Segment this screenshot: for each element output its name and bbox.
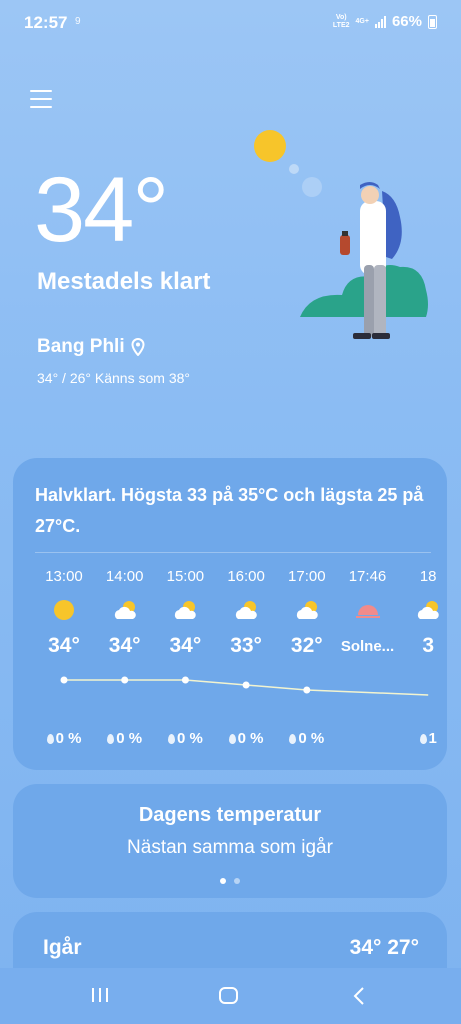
hour-temp: 34° [108,634,141,657]
hour-precip: 0 % [34,730,94,747]
hour-time: 17:00 [288,568,326,585]
partly-cloudy-icon [277,590,337,630]
page-dot-active [220,878,226,884]
raindrop-icon [167,733,175,744]
hour-temp: Solne... [340,638,395,655]
location-name: Bang Phli [37,336,125,357]
hour-precip-value: 0 % [116,730,143,747]
hour-precip: 0 % [277,730,337,747]
hour-time: 13:00 [45,568,83,585]
forecast-summary: Halvklart. Högsta 33 på 35°C och lägsta … [35,485,424,536]
hour-precip: 0 % [216,730,276,747]
battery-icon [428,14,437,29]
menu-icon[interactable] [30,90,52,110]
hour-precip: 0 % [155,730,215,747]
hour-precip: 0 % [95,730,155,747]
volte-icon: Vo) LTE2 [332,13,350,29]
hour-time: 18 [419,568,437,585]
minmax-feels-like: 34° / 26° Känns som 38° [37,370,190,386]
partly-cloudy-icon [398,590,447,630]
sun-icon [254,130,286,162]
divider [35,552,431,553]
yesterday-label: Igår [43,936,82,959]
battery-percent: 66% [391,13,422,30]
signal-icon [374,15,386,28]
location[interactable]: Bang Phli [37,336,145,358]
sunset-icon [338,590,398,630]
trend-point [60,676,68,684]
recent-apps-icon[interactable] [90,986,110,1004]
raindrop-icon [46,733,54,744]
partly-cloudy-icon [216,590,276,630]
partly-cloudy-icon [95,590,155,630]
current-condition: Mestadels klart [37,268,211,295]
hour-item: 18 3 1 [398,568,447,747]
hour-item: 16:00 33° 0 % [216,568,276,747]
hour-item: 17:00 32° 0 % [277,568,337,747]
status-time: 12:57 [24,13,68,32]
hour-temp: 34° [169,634,202,657]
hour-precip-value: 1 [428,730,437,747]
weather-illustration [254,130,428,339]
daily-subtitle: Nästan samma som igår [127,837,333,858]
hour-temp: 32° [290,634,323,657]
hour-temp: 3 [422,634,435,657]
hour-precip-value: 0 % [55,730,82,747]
trend-point [242,681,250,689]
status-notification-icon: 9 [75,16,81,27]
raindrop-icon [228,733,236,744]
location-pin-icon [131,338,145,356]
hour-temp: 34° [48,634,80,657]
network-type-icon: 4G+ [355,17,369,25]
partly-cloudy-icon [155,590,215,630]
hour-time: 17:46 [348,568,387,585]
navigation-bar [0,968,461,1024]
hour-temp: 33° [230,634,262,657]
daily-temperature-card[interactable]: Dagens temperatur Nästan samma som igår [13,784,447,898]
home-icon[interactable] [218,986,240,1006]
yesterday-temps: 34° 27° [349,936,419,959]
trend-point [181,676,189,684]
daily-title: Dagens temperatur [138,804,322,826]
hour-item: 13:00 34° 0 % [34,568,94,747]
hour-item: 15:00 34° 0 % [155,568,215,747]
back-icon[interactable] [352,986,366,1006]
hour-time: 14:00 [105,568,144,585]
raindrop-icon [107,733,115,744]
hour-precip-value: 0 % [237,730,264,747]
page-indicator [13,878,447,884]
sun-icon [34,590,94,630]
hour-time: 16:00 [227,568,265,585]
hour-item: 17:46 Solne... [338,568,398,664]
trend-point [303,686,311,694]
status-right: Vo) LTE2 4G+ 66% [333,13,437,30]
status-bar: 12:57 9 Vo) LTE2 4G+ 66% [0,0,461,44]
hour-precip-value: 0 % [176,730,203,747]
hourly-list[interactable]: 13:00 34° 0 % 14:00 34° 0 % 15:00 34° 0 % 16:00 33… [13,568,447,758]
raindrop-icon [289,733,297,744]
hour-time: 15:00 [166,568,205,585]
trend-point [121,676,129,684]
page-dot [234,878,240,884]
raindrop-icon [419,733,427,744]
hour-precip: 1 [398,730,447,747]
current-temperature: 34° [34,159,169,261]
hour-precip-value: 0 % [298,730,325,747]
hour-item: 14:00 34° 0 % [95,568,155,747]
hourly-forecast-card[interactable]: Halvklart. Högsta 33 på 35°C och lägsta … [13,458,447,770]
